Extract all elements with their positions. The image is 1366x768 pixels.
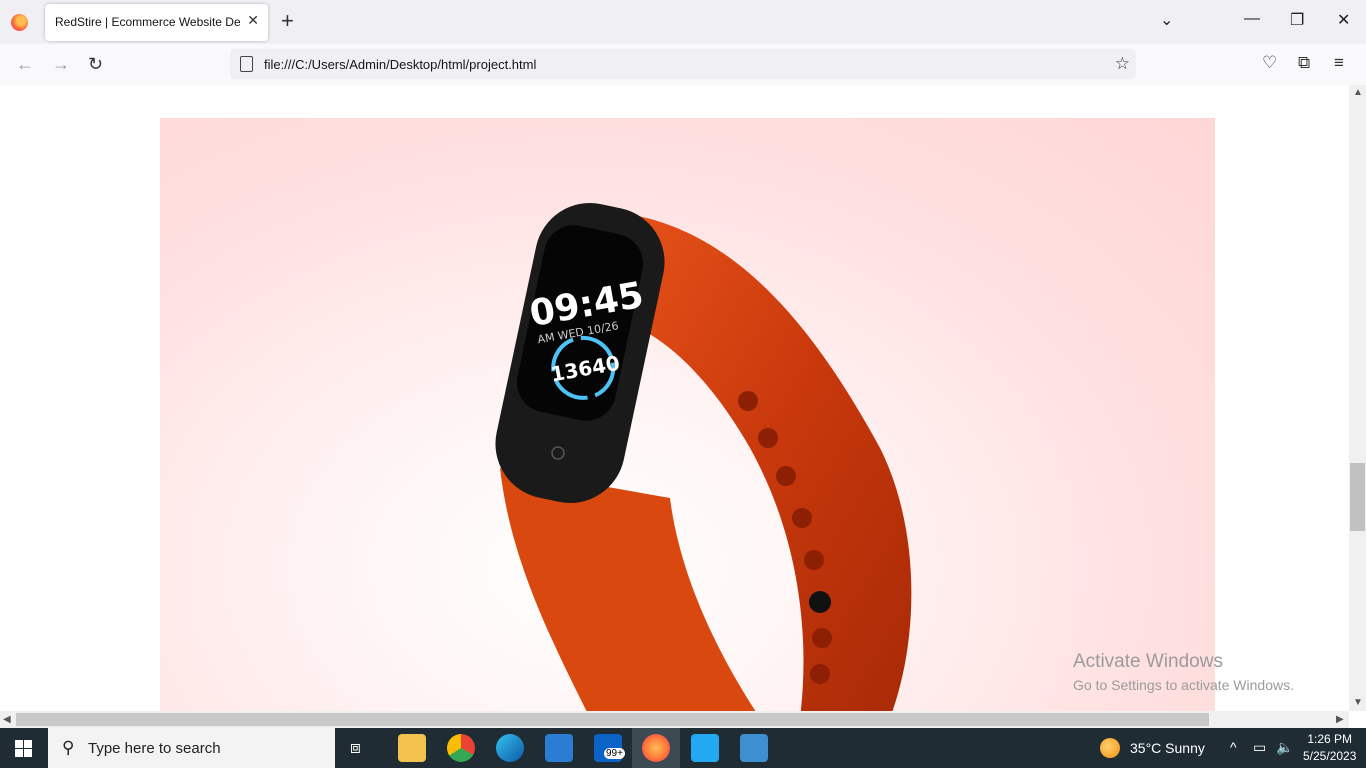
- clock-time: 1:26 PM: [1307, 732, 1353, 746]
- vertical-scrollbar[interactable]: ▲ ▼: [1349, 85, 1366, 711]
- url-text[interactable]: file:///C:/Users/Admin/Desktop/html/proj…: [264, 57, 536, 72]
- list-tabs-icon[interactable]: ⌄: [1160, 10, 1173, 30]
- back-arrow-icon[interactable]: ←: [16, 54, 34, 75]
- battery-icon[interactable]: ▭: [1253, 739, 1266, 756]
- search-placeholder: Type here to search: [88, 740, 221, 757]
- new-tab-button[interactable]: +: [281, 9, 294, 33]
- navigation-bar: ← → ↻ file:///C:/Users/Admin/Desktop/htm…: [0, 44, 1366, 86]
- firefox-taskbar-active[interactable]: [632, 728, 680, 768]
- taskbar-search-box[interactable]: ⚲ Type here to search: [48, 728, 335, 768]
- firefox-taskbar-icon: [642, 734, 670, 762]
- edge-icon[interactable]: [496, 734, 524, 762]
- clock-date: 5/25/2023: [1303, 749, 1357, 763]
- close-tab-icon[interactable]: ✕: [247, 12, 259, 29]
- weather-text[interactable]: 35°C Sunny: [1130, 740, 1205, 756]
- scroll-up-icon[interactable]: ▲: [1353, 87, 1363, 98]
- page-icon: [240, 56, 253, 72]
- activate-windows-title: Activate Windows: [1073, 651, 1223, 672]
- show-hidden-icons-icon[interactable]: ^: [1230, 739, 1237, 755]
- scroll-right-icon[interactable]: ▶: [1336, 714, 1344, 725]
- system-clock[interactable]: 1:26 PM 5/25/2023: [1303, 731, 1356, 765]
- mail-badge: 99+: [604, 748, 625, 759]
- tab-title: RedStire | Ecommerce Website Design: [55, 15, 240, 29]
- minimize-button[interactable]: —: [1244, 10, 1260, 28]
- chrome-icon[interactable]: [447, 734, 475, 762]
- forward-arrow-icon[interactable]: →: [52, 54, 70, 75]
- close-window-button[interactable]: ✕: [1337, 10, 1350, 30]
- menu-icon[interactable]: ≡: [1334, 53, 1344, 73]
- browser-tab[interactable]: RedStire | Ecommerce Website Design ✕: [45, 4, 268, 41]
- weather-sun-icon[interactable]: [1100, 738, 1120, 758]
- taskbar: ⚲ Type here to search ⧈ 99+ 35°C Sunny ^…: [0, 728, 1366, 768]
- windows-start-icon[interactable]: [15, 740, 32, 757]
- address-bar[interactable]: file:///C:/Users/Admin/Desktop/html/proj…: [230, 49, 1136, 79]
- bookmark-star-icon[interactable]: ☆: [1115, 54, 1130, 74]
- hero-product-image: 09:45 AM WED 10/26 13640: [160, 118, 1215, 711]
- scroll-down-icon[interactable]: ▼: [1353, 697, 1363, 708]
- horizontal-scroll-thumb[interactable]: [16, 713, 1209, 726]
- page-content: 09:45 AM WED 10/26 13640: [0, 85, 1349, 711]
- scroll-left-icon[interactable]: ◀: [3, 714, 11, 725]
- photos-icon[interactable]: [740, 734, 768, 762]
- extensions-icon[interactable]: ⧉: [1298, 53, 1310, 73]
- task-view-icon[interactable]: ⧈: [350, 738, 361, 758]
- file-explorer-icon[interactable]: [398, 734, 426, 762]
- activate-windows-subtitle: Go to Settings to activate Windows.: [1073, 677, 1294, 693]
- pocket-icon[interactable]: ♡: [1262, 53, 1277, 73]
- firefox-icon: [11, 14, 28, 31]
- title-bar: RedStire | Ecommerce Website Design ✕ + …: [0, 0, 1366, 44]
- vscode-icon[interactable]: [691, 734, 719, 762]
- search-icon: ⚲: [62, 738, 75, 757]
- store-icon[interactable]: [545, 734, 573, 762]
- fitness-band-illustration: 09:45 AM WED 10/26 13640: [495, 202, 912, 711]
- vertical-scroll-thumb[interactable]: [1350, 463, 1365, 531]
- horizontal-scrollbar[interactable]: ◀ ▶: [0, 711, 1349, 728]
- volume-icon[interactable]: 🔈: [1276, 739, 1293, 756]
- reload-icon[interactable]: ↻: [88, 54, 103, 75]
- mail-icon[interactable]: 99+: [594, 734, 625, 762]
- restore-button[interactable]: ❐: [1290, 10, 1304, 30]
